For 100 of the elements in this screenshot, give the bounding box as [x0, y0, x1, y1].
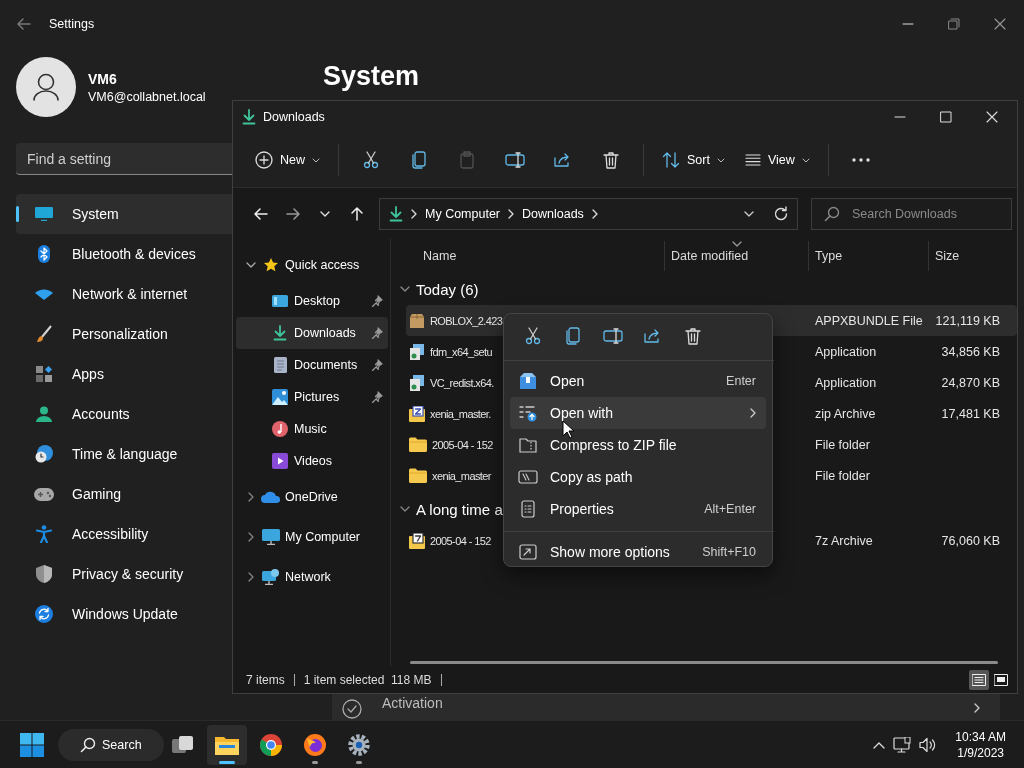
file-name[interactable]: 2005-04 - 152 [432, 438, 493, 451]
address-bar[interactable]: My Computer Downloads [379, 197, 798, 230]
file-type: zip Archive [814, 406, 877, 421]
search-button[interactable]: Search [58, 728, 164, 761]
installer-icon [409, 374, 425, 391]
group-header[interactable]: Today (6) [416, 280, 479, 298]
menu-item[interactable]: Open Enter [510, 365, 766, 397]
person-icon [33, 73, 59, 101]
scrollbar[interactable] [410, 661, 998, 664]
user-name: VM6 [88, 70, 118, 87]
back-icon[interactable] [253, 205, 269, 222]
tree-item[interactable]: Videos [236, 445, 388, 477]
tree-item[interactable]: Desktop [236, 285, 388, 317]
installer-icon [409, 343, 425, 360]
refresh-icon[interactable] [773, 205, 789, 222]
pin-icon [371, 359, 383, 371]
breadcrumb[interactable]: My Computer [425, 206, 501, 221]
clipboard-icon [460, 151, 474, 169]
zip-archive-icon [409, 405, 425, 422]
share-icon [644, 328, 662, 344]
collapse-icon [400, 286, 410, 292]
taskbar-app[interactable] [207, 724, 247, 765]
column-header[interactable]: Name [391, 241, 664, 271]
speaker-icon[interactable] [919, 736, 938, 753]
file-size: 121,119 KB [934, 313, 1001, 328]
nav-item[interactable]: System [16, 194, 232, 234]
view-button[interactable]: View [734, 142, 820, 178]
clock[interactable]: 10:34 AM 1/9/2023 [955, 728, 1006, 761]
search-field[interactable]: Search Downloads [811, 197, 1012, 230]
window-title: Downloads [263, 110, 325, 124]
network-icon[interactable] [893, 736, 912, 753]
settings-card[interactable]: Activation [332, 694, 1000, 720]
file-type: File folder [814, 468, 871, 483]
status-text: 1 item selected [303, 672, 385, 687]
copy-icon [412, 151, 426, 169]
tree-item[interactable]: Network [236, 557, 388, 597]
dropdown-icon [744, 210, 754, 217]
nav-item[interactable]: Apps [16, 354, 232, 394]
tree-item[interactable]: Music [236, 413, 388, 445]
forward-icon[interactable] [285, 205, 301, 222]
nav-item[interactable]: Time & language [16, 434, 232, 474]
up-icon[interactable] [349, 205, 365, 222]
menu-item[interactable]: Properties Alt+Enter [510, 493, 766, 525]
breadcrumb[interactable]: Downloads [522, 206, 584, 221]
nav-item[interactable]: Privacy & security [16, 554, 232, 594]
expand-icon [248, 532, 254, 542]
lines-icon [744, 154, 761, 166]
menu-item[interactable]: Compress to ZIP file [510, 429, 766, 461]
close-icon[interactable] [994, 18, 1006, 30]
download-icon [389, 205, 403, 222]
file-name[interactable]: ROBLOX_2.423 [430, 314, 503, 327]
new-button[interactable]: New [245, 142, 330, 178]
group-header[interactable]: A long time a [416, 500, 503, 518]
file-name[interactable]: VC_redist.x64. [430, 376, 494, 389]
tree-item[interactable]: My Computer [236, 517, 388, 557]
nav-item[interactable]: Accessibility [16, 514, 232, 554]
download-icon [273, 325, 287, 341]
nav-item[interactable]: Gaming [16, 474, 232, 514]
recent-icon[interactable] [320, 210, 330, 217]
desktop-icon [272, 294, 288, 308]
nav-item[interactable]: Accounts [16, 394, 232, 434]
tree-item[interactable]: Quick access [236, 245, 388, 285]
show-hidden-icons-icon[interactable] [873, 740, 886, 749]
column-header[interactable]: Size [928, 241, 1008, 271]
column-header[interactable]: Type [808, 241, 928, 271]
search-field[interactable]: Find a setting [16, 143, 232, 175]
plus-circle-icon [255, 151, 273, 169]
music-icon [272, 421, 288, 437]
sort-button[interactable]: Sort [652, 142, 735, 178]
file-name[interactable]: 2005-04 - 152 [430, 534, 491, 547]
column-header[interactable]: Date modified [664, 241, 808, 271]
file-size: 34,856 KB [940, 344, 1001, 359]
nav-item[interactable]: Network & internet [16, 274, 232, 314]
file-type: Application [814, 375, 878, 390]
menu-item[interactable]: Show more options Shift+F10 [510, 536, 766, 568]
view-mode-button[interactable] [969, 669, 989, 690]
sync-icon [35, 605, 53, 623]
clock-icon [35, 445, 53, 463]
menu-item[interactable]: Open with [510, 397, 766, 429]
file-name[interactable]: xenia_master [432, 469, 491, 482]
file-type: File folder [814, 437, 871, 452]
tree-item[interactable]: OneDrive [236, 477, 388, 517]
tree-item[interactable]: Pictures [236, 381, 388, 413]
check-circle-icon [342, 699, 362, 719]
shield-icon [36, 565, 52, 583]
nav-item[interactable]: Bluetooth & devices [16, 234, 232, 274]
file-size: 24,870 KB [940, 375, 1001, 390]
restore-icon[interactable] [948, 18, 960, 30]
tree-item[interactable]: Downloads [236, 317, 388, 349]
maximize-icon[interactable] [940, 111, 952, 123]
expand-icon [248, 492, 254, 502]
open-with-icon [519, 404, 537, 422]
person-icon [36, 406, 52, 422]
tree-item[interactable]: Documents [236, 349, 388, 381]
file-name[interactable]: xenia_master. [430, 407, 491, 420]
nav-item[interactable]: Personalization [16, 314, 232, 354]
file-name[interactable]: fdm_x64_setu [430, 345, 492, 358]
nav-item[interactable]: Windows Update [16, 594, 232, 634]
menu-item[interactable]: Copy as path [510, 461, 766, 493]
rename-icon [603, 328, 623, 344]
